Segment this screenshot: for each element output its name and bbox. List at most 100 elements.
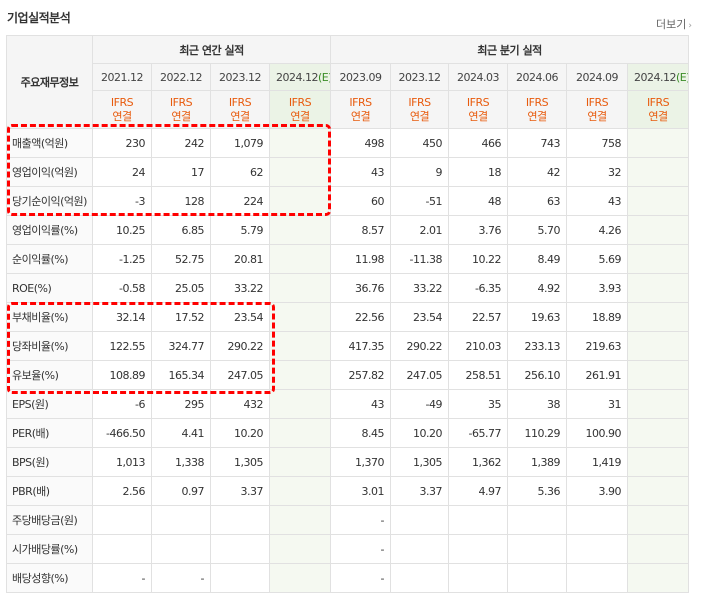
cell-value: 122.55	[92, 331, 152, 361]
cell-value	[566, 505, 629, 535]
table-row: PBR(배) 2.56 0.97 3.37 3.01 3.37 4.97 5.36 3.90	[6, 476, 690, 506]
cell-value	[448, 563, 509, 593]
cell-value: 8.49	[507, 244, 568, 274]
cell-value: -49	[390, 389, 450, 419]
cell-value: 43	[330, 157, 392, 187]
basis-label: 연결	[409, 109, 430, 123]
cell-value: 18.89	[566, 302, 629, 332]
table-row: 주당배당금(원) -	[6, 505, 690, 535]
more-link[interactable]: 더보기 ›	[656, 16, 692, 32]
ifrs-label: IFRS	[525, 95, 549, 109]
cell-value: 242	[151, 128, 211, 158]
cell-value: 5.79	[210, 215, 270, 245]
cell-value	[390, 563, 450, 593]
cell-value: 3.90	[566, 476, 629, 506]
ifrs-label: IFRS	[288, 95, 312, 109]
cell-value-estimate	[627, 215, 690, 245]
cell-value: -	[330, 505, 392, 535]
row-label: 영업이익(억원)	[6, 157, 93, 187]
cell-value: 432	[210, 389, 270, 419]
cell-value: -	[330, 534, 392, 564]
row-label: 주당배당금(원)	[6, 505, 93, 535]
row-label: PER(배)	[6, 418, 93, 448]
row-label: 배당성향(%)	[6, 563, 93, 593]
section-title: 기업실적분석	[7, 11, 71, 25]
table-row: 배당성향(%) - - -	[6, 563, 690, 593]
cell-value: 110.29	[507, 418, 568, 448]
table-row: 매출액(억원) 230 242 1,079 498 450 466 743 758	[6, 128, 690, 158]
ifrs-label: IFRS	[169, 95, 193, 109]
ifrs-basis-header: IFRS 연결	[448, 90, 509, 129]
ifrs-label: IFRS	[408, 95, 431, 109]
cell-value: -1.25	[92, 244, 152, 274]
cell-value: 247.05	[210, 360, 270, 390]
cell-value-estimate	[627, 157, 690, 187]
cell-value: 5.69	[566, 244, 629, 274]
estimate-mark: (E)	[676, 70, 688, 84]
ifrs-basis-header: IFRS 연결	[390, 90, 450, 129]
cell-value: 1,079	[210, 128, 270, 158]
cell-value: -11.38	[390, 244, 450, 274]
period-label: 2024.12	[634, 70, 677, 84]
ifrs-label: IFRS	[110, 95, 134, 109]
cell-value	[566, 563, 629, 593]
cell-value: 2.56	[92, 476, 152, 506]
ifrs-basis-header: IFRS 연결	[507, 90, 568, 129]
basis-label: 연결	[112, 109, 132, 123]
cell-value: 9	[390, 157, 450, 187]
period-header: 2023.12	[390, 63, 450, 91]
basis-label: 연결	[648, 109, 668, 123]
cell-value	[566, 534, 629, 564]
table-row: 당좌비율(%) 122.55 324.77 290.22 417.35 290.22 210…	[6, 331, 690, 361]
cell-value: 11.98	[330, 244, 392, 274]
cell-value: 261.91	[566, 360, 629, 390]
basis-label: 연결	[230, 109, 250, 123]
cell-value: 4.97	[448, 476, 509, 506]
cell-value: 10.25	[92, 215, 152, 245]
cell-value: 18	[448, 157, 509, 187]
cell-value-estimate	[627, 476, 690, 506]
row-label: ROE(%)	[6, 273, 93, 303]
cell-value-estimate	[627, 447, 690, 477]
cell-value-estimate	[627, 389, 690, 419]
cell-value-estimate	[268, 273, 332, 303]
ifrs-basis-header: IFRS 연결	[566, 90, 629, 129]
cell-value-estimate	[627, 128, 690, 158]
cell-value: 10.20	[390, 418, 450, 448]
cell-value: 20.81	[210, 244, 270, 274]
ifrs-basis-header: IFRS 연결	[92, 90, 152, 129]
ifrs-label: IFRS	[646, 95, 670, 109]
cell-value: -466.50	[92, 418, 152, 448]
cell-value-estimate	[268, 563, 332, 593]
cell-value: 230	[92, 128, 152, 158]
table-row: 시가배당률(%) -	[6, 534, 690, 564]
basis-label: 연결	[587, 109, 607, 123]
cell-value: 1,305	[210, 447, 270, 477]
cell-value: 108.89	[92, 360, 152, 390]
ifrs-basis-header: IFRS 연결	[268, 90, 332, 129]
row-label: EPS(원)	[6, 389, 93, 419]
cell-value: 8.57	[330, 215, 392, 245]
cell-value-estimate	[627, 534, 690, 564]
basis-label: 연결	[527, 109, 547, 123]
cell-value-estimate	[627, 418, 690, 448]
cell-value: -	[151, 563, 211, 593]
cell-value	[507, 505, 568, 535]
cell-value: 5.36	[507, 476, 568, 506]
cell-value: 324.77	[151, 331, 211, 361]
cell-value-estimate	[627, 360, 690, 390]
ifrs-label: IFRS	[466, 95, 490, 109]
basis-label: 연결	[468, 109, 488, 123]
cell-value-estimate	[627, 244, 690, 274]
cell-value: -3	[92, 186, 152, 216]
table-row: PER(배) -466.50 4.41 10.20 8.45 10.20 -65.77 110…	[6, 418, 690, 448]
cell-value: 210.03	[448, 331, 509, 361]
cell-value: 31	[566, 389, 629, 419]
cell-value-estimate	[627, 563, 690, 593]
cell-value: 1,338	[151, 447, 211, 477]
period-header: 2023.12	[210, 63, 270, 91]
cell-value: -6.35	[448, 273, 509, 303]
cell-value-estimate	[268, 505, 332, 535]
annual-group-header: 최근 연간 실적	[91, 35, 332, 64]
corner-header: 주요재무정보	[6, 35, 93, 129]
